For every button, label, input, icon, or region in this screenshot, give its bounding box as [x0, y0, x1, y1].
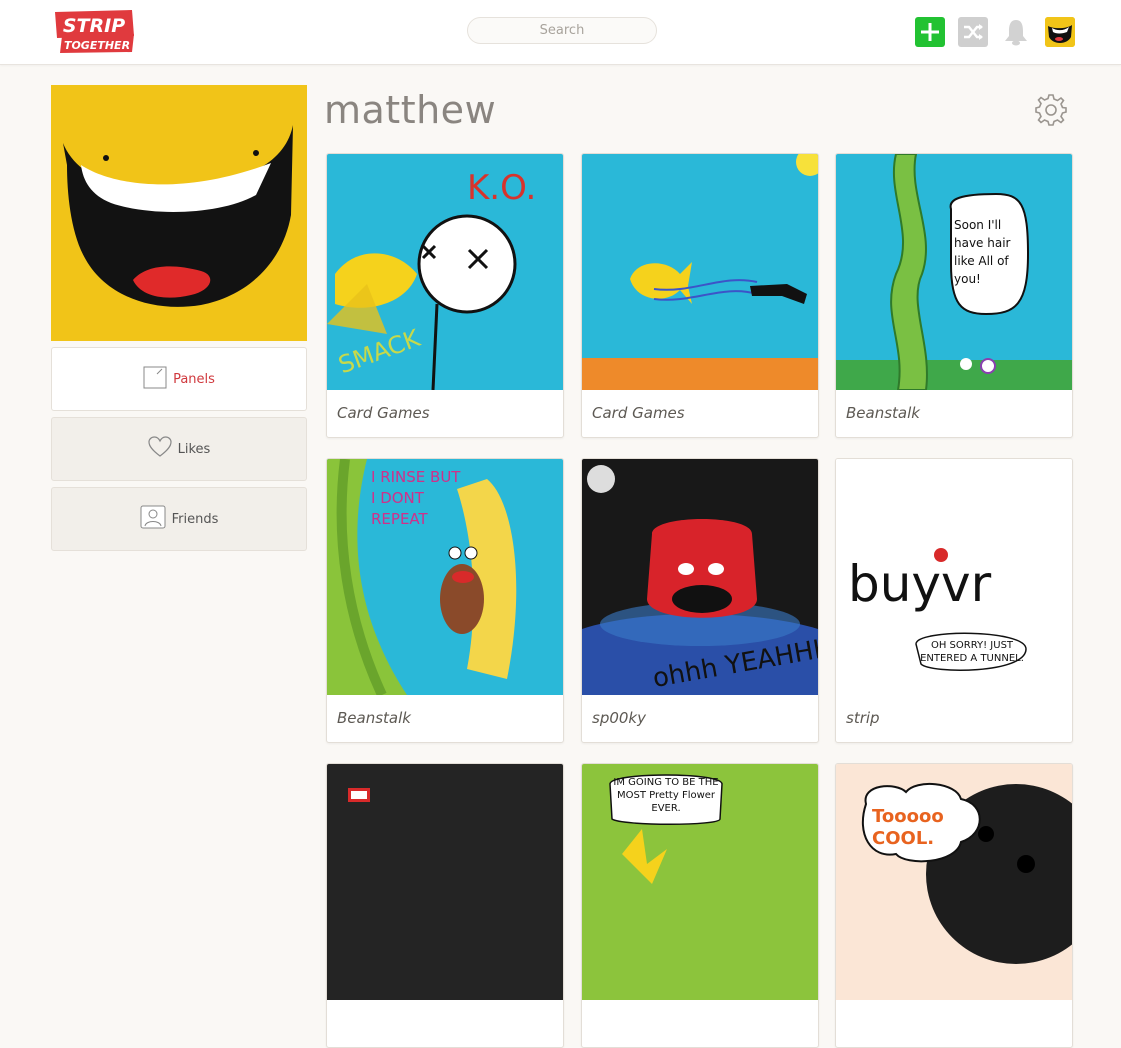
- strip-card[interactable]: ohhh YEAHHH sp00ky: [581, 458, 819, 743]
- strip-thumbnail: [582, 154, 818, 390]
- strip-thumbnail: IM GOING TO BE THE MOST Pretty Flower EV…: [582, 764, 818, 1000]
- settings-button[interactable]: [1033, 92, 1069, 128]
- strip-card[interactable]: [326, 763, 564, 1048]
- strip-card[interactable]: IM GOING TO BE THE MOST Pretty Flower EV…: [581, 763, 819, 1048]
- cool-text: Tooooo COOL.: [872, 806, 944, 849]
- profile-picture: [51, 85, 307, 341]
- plus-icon: [921, 23, 939, 41]
- strip-card[interactable]: Soon I'll have hair like All of you! Bea…: [835, 153, 1073, 438]
- ko-text: K.O.: [467, 168, 536, 208]
- random-strip-button[interactable]: [958, 17, 988, 47]
- strip-title: Card Games: [592, 404, 685, 422]
- strip-thumbnail: K.O. SMACK: [327, 154, 563, 390]
- speech-text: I RINSE BUT I DONT REPEAT: [371, 468, 461, 528]
- strip-thumbnail: [327, 764, 563, 1000]
- notifications-button[interactable]: [1001, 17, 1031, 47]
- strip-title: Beanstalk: [846, 404, 920, 422]
- logo-text-together: TOGETHER: [64, 39, 130, 52]
- profile-username: matthew: [324, 88, 497, 132]
- top-bar: STRIP TOGETHER: [0, 0, 1121, 65]
- sidebar-tab-panels[interactable]: Panels: [51, 347, 307, 411]
- strip-thumbnail: Tooooo COOL.: [836, 764, 1072, 1000]
- heart-icon: [148, 436, 172, 462]
- speech-bubble-text: Soon I'll have hair like All of you!: [954, 218, 1011, 286]
- search-input[interactable]: [467, 17, 657, 44]
- strip-thumbnail: I RINSE BUT I DONT REPEAT: [327, 459, 563, 695]
- logo-text-strip: STRIP: [63, 15, 125, 37]
- sidebar-tab-label: Panels: [173, 371, 215, 387]
- strip-title: Card Games: [337, 404, 430, 422]
- strip-card[interactable]: Tooooo COOL.: [835, 763, 1073, 1048]
- strip-together-logo[interactable]: STRIP TOGETHER: [52, 10, 136, 54]
- sidebar-tab-label: Likes: [177, 441, 211, 457]
- sidebar-tab-likes[interactable]: Likes: [51, 417, 307, 481]
- user-avatar-button[interactable]: [1045, 17, 1075, 47]
- strip-card[interactable]: Card Games: [581, 153, 819, 438]
- strip-thumbnail: Soon I'll have hair like All of you!: [836, 154, 1072, 390]
- gear-icon: [1035, 94, 1067, 126]
- strip-title: strip: [846, 709, 880, 727]
- panel-edit-icon: [143, 365, 167, 393]
- strip-card[interactable]: K.O. SMACK Card Games: [326, 153, 564, 438]
- avatar-face-icon: [1045, 17, 1075, 47]
- strip-thumbnail: buyvr OH SORRY! JUST ENTERED A TUNNEL.: [836, 459, 1072, 695]
- speech-bubble-text: IM GOING TO BE THE MOST Pretty Flower EV…: [613, 777, 719, 814]
- strip-thumbnail: ohhh YEAHHH: [582, 459, 818, 695]
- strip-title: Beanstalk: [337, 709, 411, 727]
- person-icon: [140, 505, 166, 533]
- new-strip-button[interactable]: [915, 17, 945, 47]
- strip-card[interactable]: buyvr OH SORRY! JUST ENTERED A TUNNEL. s…: [835, 458, 1073, 743]
- strip-card[interactable]: I RINSE BUT I DONT REPEAT Beanstalk: [326, 458, 564, 743]
- buyvr-text: buyvr: [848, 555, 992, 613]
- bell-icon: [1005, 20, 1027, 46]
- sidebar-tab-label: Friends: [171, 511, 219, 527]
- speech-bubble-text: OH SORRY! JUST ENTERED A TUNNEL.: [920, 640, 1024, 664]
- sidebar-tab-friends[interactable]: Friends: [51, 487, 307, 551]
- shuffle-icon: [964, 24, 983, 40]
- strip-title: sp00ky: [592, 709, 646, 727]
